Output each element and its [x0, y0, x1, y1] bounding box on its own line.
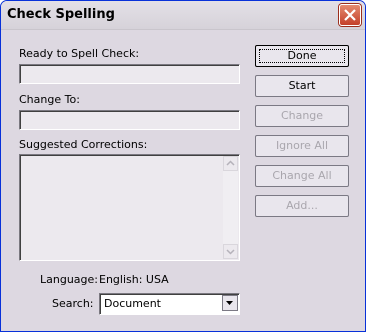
vertical-scrollbar[interactable]	[223, 156, 238, 259]
search-dropdown-button[interactable]	[222, 295, 238, 311]
ready-to-spell-check-field	[19, 64, 240, 84]
change-label: Change	[280, 109, 324, 122]
change-all-label: Change All	[272, 169, 332, 182]
scroll-down-icon	[226, 249, 235, 255]
dialog-body: Ready to Spell Check: Change To: Suggest…	[1, 30, 365, 331]
scroll-up-icon	[226, 160, 235, 166]
change-to-field[interactable]	[19, 110, 240, 130]
close-button[interactable]	[339, 4, 361, 26]
done-button[interactable]: Done	[255, 45, 349, 67]
add-label: Add...	[286, 199, 318, 212]
scroll-down-button[interactable]	[223, 244, 238, 259]
change-all-button[interactable]: Change All	[255, 165, 349, 187]
change-button[interactable]: Change	[255, 105, 349, 127]
start-label: Start	[288, 79, 316, 92]
title-bar[interactable]: Check Spelling	[1, 1, 365, 30]
language-label: Language:	[40, 273, 98, 286]
change-to-label: Change To:	[19, 93, 80, 106]
ignore-all-button[interactable]: Ignore All	[255, 135, 349, 157]
search-select[interactable]: Document	[99, 293, 240, 315]
suggested-corrections-list[interactable]	[19, 154, 240, 261]
close-icon	[344, 9, 356, 21]
language-value: English: USA	[99, 273, 169, 286]
search-selected-value: Document	[104, 297, 161, 310]
check-spelling-dialog: Check Spelling Ready to Spell Check: Cha…	[0, 0, 366, 332]
focus-rect	[259, 49, 345, 63]
scroll-up-button[interactable]	[223, 156, 238, 171]
ignore-all-label: Ignore All	[275, 139, 329, 152]
chevron-down-icon	[226, 301, 233, 305]
window-title: Check Spelling	[7, 7, 115, 22]
search-label: Search:	[52, 297, 94, 310]
add-button[interactable]: Add...	[255, 195, 349, 217]
suggested-corrections-label: Suggested Corrections:	[19, 138, 148, 151]
ready-label: Ready to Spell Check:	[19, 47, 140, 60]
start-button[interactable]: Start	[255, 75, 349, 97]
